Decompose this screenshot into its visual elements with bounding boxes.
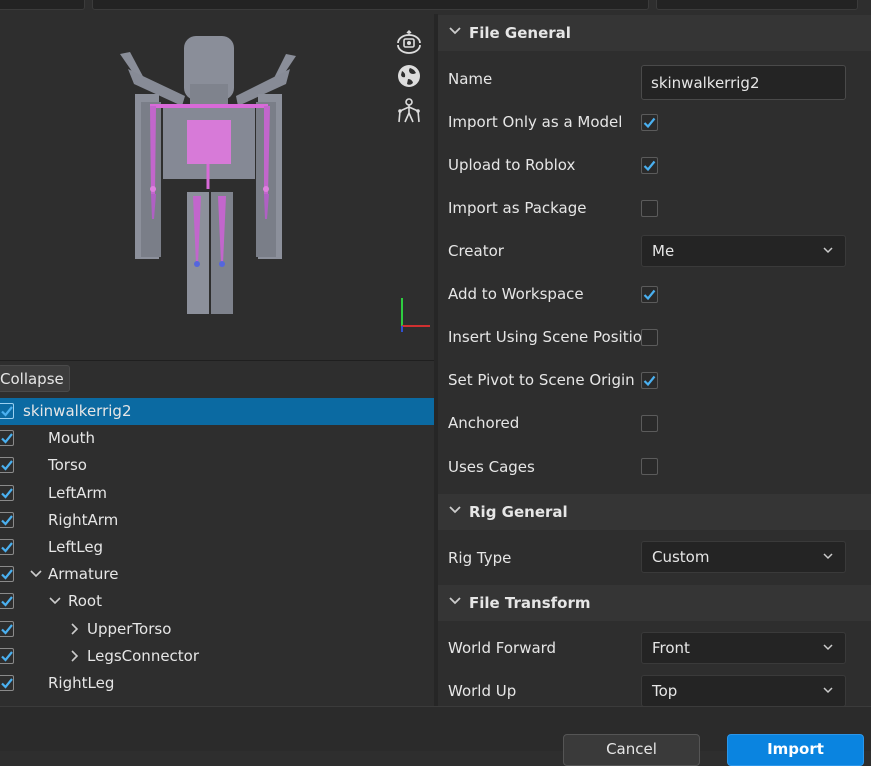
chevron-down-icon xyxy=(449,506,461,514)
dropdown-value: Front xyxy=(652,639,690,657)
dialog-footer: Cancel Import xyxy=(0,706,871,766)
tree-checkbox[interactable] xyxy=(0,620,14,637)
world-forward-dropdown[interactable]: Front xyxy=(641,632,846,664)
scene-position-checkbox[interactable] xyxy=(641,329,658,346)
tree-checkbox[interactable] xyxy=(0,403,14,419)
rig-type-label: Rig Type xyxy=(448,549,512,567)
top-field-left[interactable] xyxy=(0,0,85,10)
tree-row[interactable]: RightArm xyxy=(0,507,434,534)
workspace-label: Add to Workspace xyxy=(448,285,584,303)
tree-checkbox[interactable] xyxy=(0,593,14,610)
tree-row[interactable]: UpperTorso xyxy=(0,616,434,643)
tree-item-label: LeftLeg xyxy=(48,538,104,556)
tree-item-label: Mouth xyxy=(48,429,96,448)
rig-preview-figure xyxy=(120,36,430,332)
world-up-dropdown[interactable]: Top xyxy=(641,675,846,707)
top-path-field[interactable] xyxy=(92,0,649,10)
dropdown-value: Custom xyxy=(652,548,710,566)
tree-item-label: Root xyxy=(68,592,102,611)
chevron-down-icon[interactable] xyxy=(29,566,43,582)
chevron-down-icon xyxy=(449,597,461,605)
tree-row[interactable]: Armature xyxy=(0,561,434,588)
tree-row[interactable]: LegsConnector xyxy=(0,643,434,670)
import-model-checkbox[interactable] xyxy=(641,114,658,131)
chevron-down-icon xyxy=(823,687,833,694)
chevron-down-icon xyxy=(823,644,833,651)
pivot-checkbox[interactable] xyxy=(641,372,658,389)
creator-dropdown[interactable]: Me xyxy=(641,235,846,267)
chevron-right-icon[interactable] xyxy=(67,648,81,664)
tree-item-label: Torso xyxy=(48,456,87,475)
chevron-down-icon xyxy=(823,553,833,560)
tree-item-label: LeftArm xyxy=(48,483,107,502)
tree-checkbox[interactable] xyxy=(0,566,14,583)
tree-item-label: UpperTorso xyxy=(87,619,172,638)
cages-label: Uses Cages xyxy=(448,458,535,476)
anchored-label: Anchored xyxy=(448,414,520,432)
rig-icon[interactable] xyxy=(394,96,424,126)
tree-item-label: LegsConnector xyxy=(87,646,200,665)
name-input[interactable]: skinwalkerrig2 xyxy=(641,65,846,100)
pivot-label: Set Pivot to Scene Origin xyxy=(448,371,635,389)
dropdown-value: Top xyxy=(652,682,678,700)
section-file-general[interactable]: File General xyxy=(438,15,871,51)
tree-row[interactable]: Torso xyxy=(0,452,434,479)
chevron-right-icon[interactable] xyxy=(67,621,81,637)
collapse-button[interactable]: Collapse xyxy=(0,365,70,392)
package-checkbox[interactable] xyxy=(641,200,658,217)
cancel-button[interactable]: Cancel xyxy=(563,734,700,766)
cages-checkbox[interactable] xyxy=(641,458,658,475)
tree-row[interactable]: skinwalkerrig2 xyxy=(0,398,434,425)
top-field-right[interactable] xyxy=(656,0,858,10)
tree-item-label: RightLeg xyxy=(48,674,115,692)
chevron-down-icon[interactable] xyxy=(48,593,62,609)
dropdown-value: Me xyxy=(652,242,675,260)
tree-checkbox[interactable] xyxy=(0,675,14,691)
section-title: Rig General xyxy=(469,503,568,521)
tree-row[interactable]: LeftLeg xyxy=(0,534,434,561)
top-toolbar xyxy=(0,0,871,14)
anchored-checkbox[interactable] xyxy=(641,415,658,432)
globe-icon[interactable] xyxy=(395,62,425,92)
section-file-transform[interactable]: File Transform xyxy=(438,585,871,621)
tree-checkbox[interactable] xyxy=(0,511,14,528)
world-up-label: World Up xyxy=(448,682,517,700)
tree-item-label: RightArm xyxy=(48,510,119,529)
section-title: File Transform xyxy=(469,594,591,612)
hierarchy-tree: skinwalkerrig2 Mouth Torso LeftArm RightArm L… xyxy=(0,398,434,706)
tree-row[interactable]: Root xyxy=(0,588,434,615)
name-label: Name xyxy=(448,70,493,88)
upload-checkbox[interactable] xyxy=(641,157,658,174)
section-title: File General xyxy=(469,24,571,42)
tree-checkbox[interactable] xyxy=(0,539,14,555)
properties-panel: File General Name skinwalkerrig2 Import … xyxy=(438,14,871,707)
upload-label: Upload to Roblox xyxy=(448,156,576,174)
tree-row[interactable]: RightLeg xyxy=(0,670,434,697)
tree-checkbox[interactable] xyxy=(0,484,14,501)
chevron-down-icon xyxy=(449,27,461,35)
section-rig-general[interactable]: Rig General xyxy=(438,494,871,530)
tree-checkbox[interactable] xyxy=(0,457,14,474)
creator-label: Creator xyxy=(448,242,504,260)
world-forward-label: World Forward xyxy=(448,639,557,657)
import-model-label: Import Only as a Model xyxy=(448,113,623,131)
tree-item-label: skinwalkerrig2 xyxy=(23,402,132,420)
workspace-checkbox[interactable] xyxy=(641,286,658,303)
package-label: Import as Package xyxy=(448,199,587,217)
scene-position-label: Insert Using Scene Position xyxy=(448,328,652,346)
rig-type-dropdown[interactable]: Custom xyxy=(641,541,846,573)
tree-checkbox[interactable] xyxy=(0,430,14,447)
tree-row[interactable]: LeftArm xyxy=(0,480,434,507)
model-preview-viewport[interactable] xyxy=(0,14,434,361)
chevron-down-icon xyxy=(823,247,833,254)
rotate-camera-icon[interactable] xyxy=(394,28,424,58)
tree-item-label: Armature xyxy=(48,565,119,584)
import-button[interactable]: Import xyxy=(727,734,864,766)
tree-checkbox[interactable] xyxy=(0,647,14,664)
tree-row[interactable]: Mouth xyxy=(0,425,434,452)
